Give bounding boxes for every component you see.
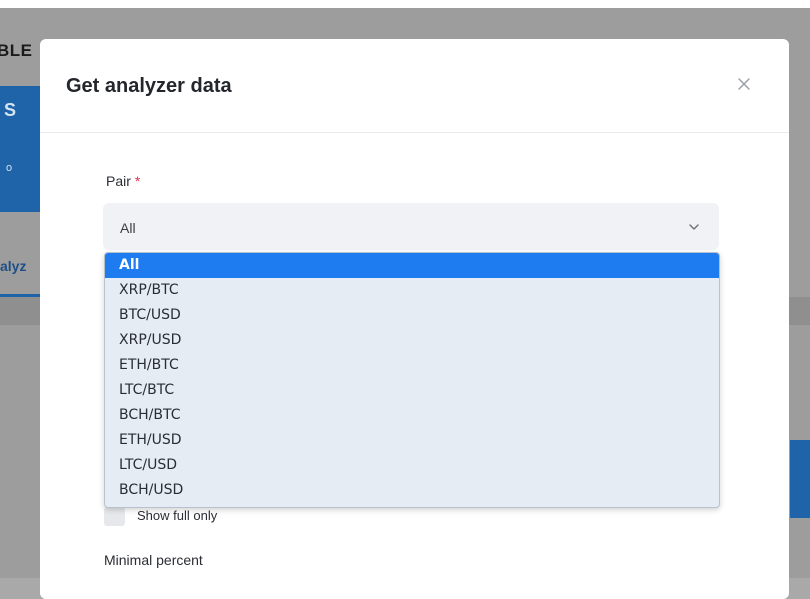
show-full-only-label: Show full only [137, 508, 218, 523]
pair-label-text: Pair [106, 173, 131, 189]
stats-card-subtitle: o [6, 162, 13, 174]
stats-card: S o [0, 86, 40, 212]
required-mark: * [134, 173, 141, 189]
close-icon [738, 78, 750, 90]
pair-option[interactable]: BTC/USD [105, 303, 719, 328]
pair-dropdown-list: All XRP/BTC BTC/USD XRP/USD ETH/BTC LTC/… [104, 252, 720, 508]
pair-option[interactable]: XRP/BTC [105, 278, 719, 303]
pair-option[interactable]: BCH/BTC [105, 403, 719, 428]
pair-option[interactable]: XRP/USD [105, 328, 719, 353]
minimal-percent-label: Minimal percent [104, 552, 203, 568]
app-page-title: BLE [0, 41, 33, 60]
pair-select-value: All [120, 220, 136, 236]
modal-header: Get analyzer data [40, 39, 789, 133]
show-full-only-checkbox[interactable] [104, 507, 125, 526]
pair-option[interactable]: LTC/BTC [105, 378, 719, 403]
tab-analyzer: alyz [0, 258, 27, 274]
app-top-bar [0, 0, 810, 8]
pair-option[interactable]: LTC/USD [105, 453, 719, 478]
stats-card-title: S [4, 100, 17, 120]
close-button[interactable] [732, 72, 756, 96]
pair-option[interactable]: ETH/BTC [105, 353, 719, 378]
modal-title: Get analyzer data [66, 75, 232, 97]
background-button [790, 440, 810, 518]
pair-option[interactable]: ETH/USD [105, 428, 719, 453]
pair-option[interactable]: All [105, 253, 719, 278]
pair-option[interactable]: BCH/USD [105, 478, 719, 503]
chevron-down-icon [689, 224, 699, 230]
pair-select[interactable]: All [103, 203, 719, 250]
pair-label: Pair * [106, 173, 140, 189]
